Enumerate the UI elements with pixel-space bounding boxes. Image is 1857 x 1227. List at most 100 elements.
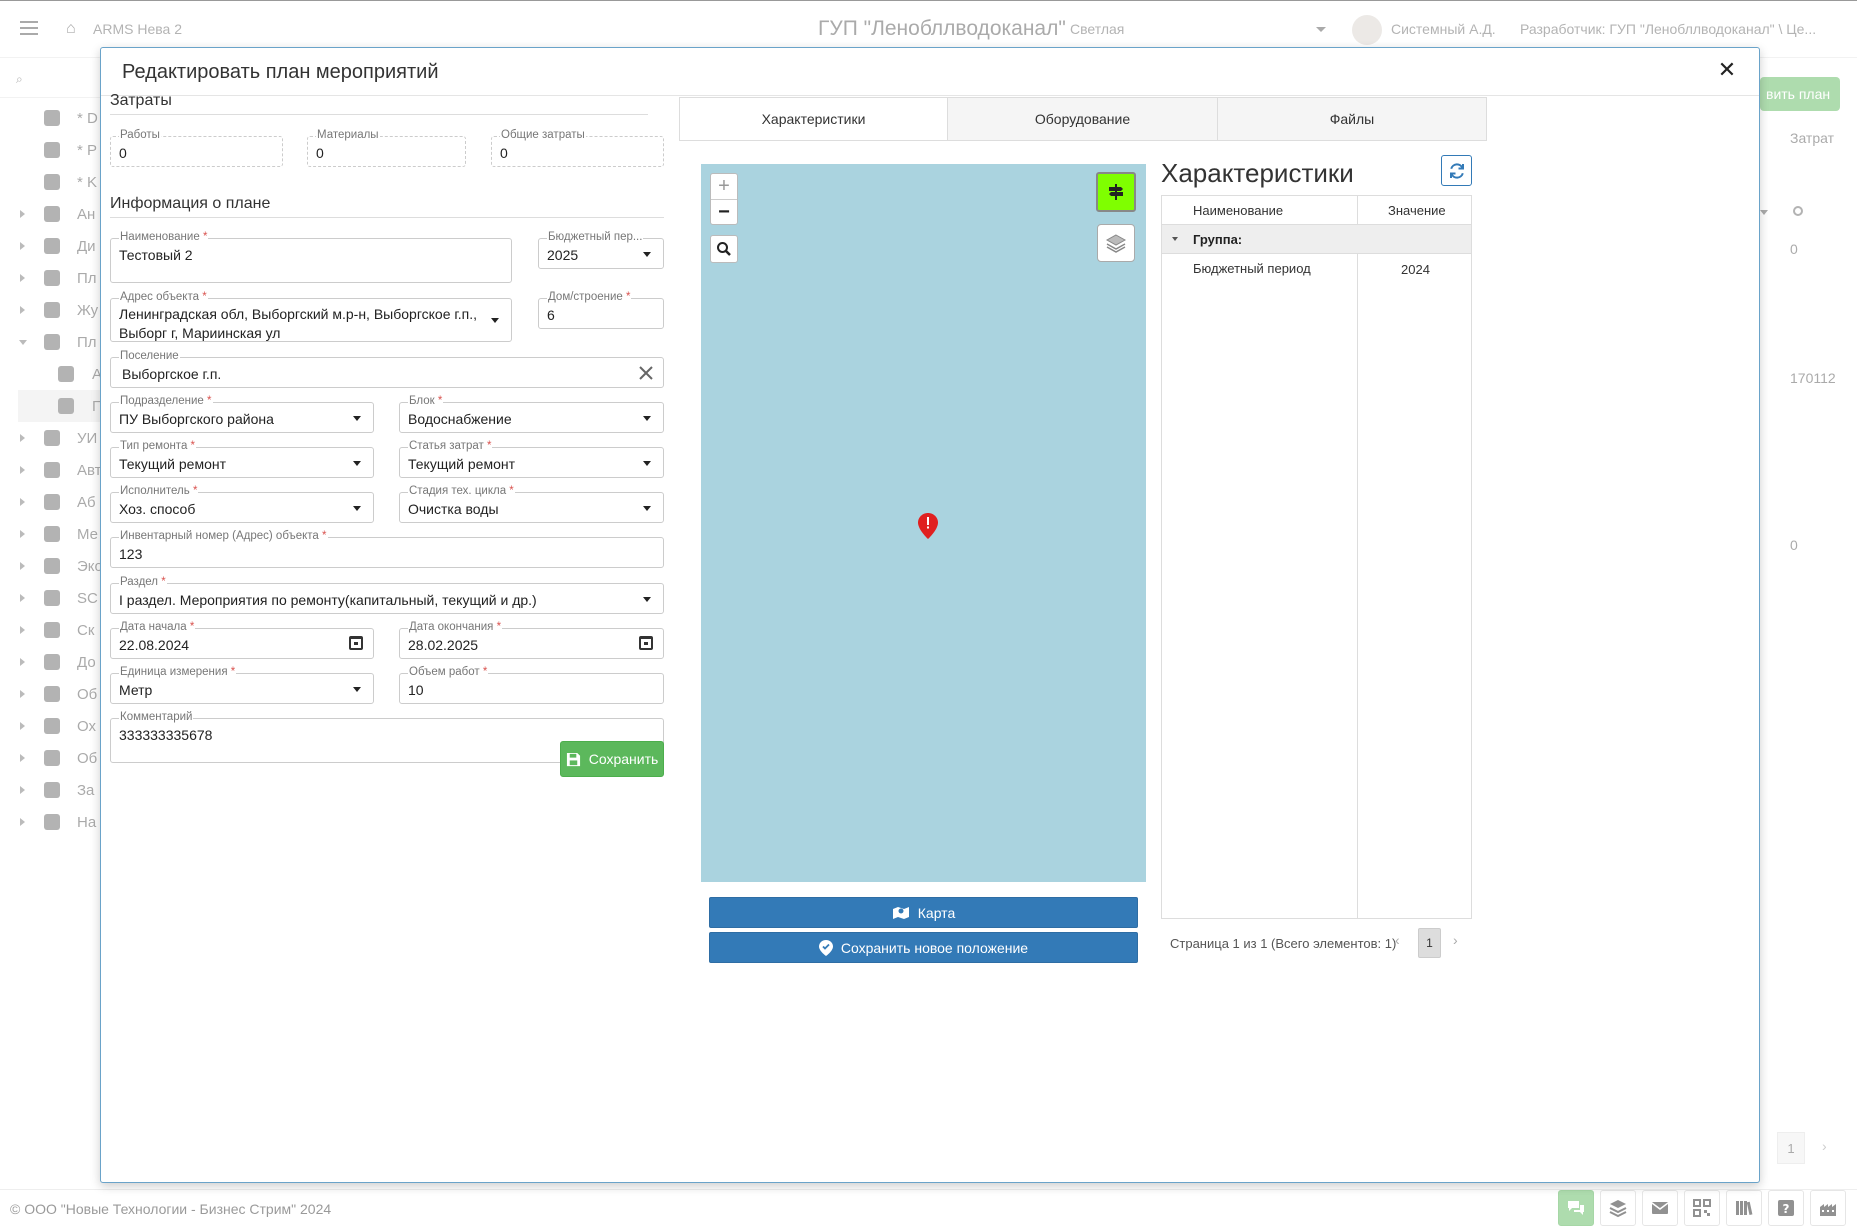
refresh-icon: [1449, 162, 1464, 179]
chevron-right-icon[interactable]: ›: [1453, 932, 1458, 948]
chevron-down-icon: [643, 460, 651, 466]
save-button[interactable]: Сохранить: [560, 741, 664, 777]
layers-icon: [1105, 234, 1127, 253]
tab-files[interactable]: Файлы: [1217, 98, 1486, 140]
field-label: Статья затрат *: [408, 440, 493, 452]
division-select[interactable]: Подразделение * ПУ Выборгского района: [110, 395, 374, 433]
name-input[interactable]: Наименование * Тестовый 2: [110, 231, 512, 283]
executor-select[interactable]: Исполнитель * Хоз. способ: [110, 485, 374, 523]
field-value: Текущий ремонт: [408, 456, 516, 472]
field-value: Тестовый 2: [119, 247, 193, 263]
map-marked-icon: [892, 906, 909, 919]
house-input[interactable]: Дом/строение * 6: [538, 291, 664, 329]
field-value: Текущий ремонт: [119, 456, 227, 472]
floppy-disk-icon: [566, 752, 580, 766]
field-label: Дом/строение *: [547, 291, 632, 303]
field-label: Стадия тех. цикла *: [408, 485, 515, 497]
field-label: Инвентарный номер (Адрес) объекта *: [119, 530, 328, 542]
row-name: Бюджетный период: [1193, 261, 1311, 276]
grid-header: Наименование Значение: [1162, 196, 1471, 225]
field-value: 10: [408, 682, 424, 698]
zoom-in-button[interactable]: +: [711, 174, 737, 199]
work-volume-input[interactable]: Объем работ * 10: [399, 666, 664, 704]
calendar-icon[interactable]: [349, 635, 363, 650]
save-button-label: Сохранить: [588, 751, 659, 767]
group-label: Группа:: [1193, 232, 1243, 247]
chevron-down-icon: [353, 505, 361, 511]
chevron-down-icon: [353, 686, 361, 692]
map-layers-button[interactable]: [1097, 224, 1135, 262]
field-label: Единица измерения *: [119, 666, 237, 678]
chevron-down-icon: [353, 460, 361, 466]
location-check-icon: [818, 939, 833, 956]
field-label: Тип ремонта *: [119, 440, 197, 452]
group-row[interactable]: Группа:: [1162, 225, 1471, 254]
field-label: Подразделение *: [119, 395, 213, 407]
edit-plan-modal: Редактировать план мероприятий ✕ Затраты…: [100, 47, 1760, 1183]
column-header-value[interactable]: Значение: [1388, 203, 1446, 218]
field-label: Бюджетный пер...: [547, 231, 644, 243]
map-search-button[interactable]: [710, 235, 738, 263]
divider: [110, 217, 664, 218]
save-position-button[interactable]: Сохранить новое положение: [709, 932, 1138, 963]
map-zoom-control: + −: [710, 173, 738, 225]
characteristics-title: Характеристики: [1161, 158, 1354, 188]
pager-summary: Страница 1 из 1 (Всего элементов: 1): [1170, 936, 1397, 951]
field-value: Водоснабжение: [408, 411, 512, 427]
chevron-down-icon: [353, 415, 361, 421]
stage-select[interactable]: Стадия тех. цикла * Очистка воды: [399, 485, 664, 523]
block-select[interactable]: Блок * Водоснабжение: [399, 395, 664, 433]
tab-characteristics[interactable]: Характеристики: [680, 98, 947, 140]
repair-type-select[interactable]: Тип ремонта * Текущий ремонт: [110, 440, 374, 478]
field-value: 0: [119, 145, 127, 161]
field-value: Выборгское г.п.: [122, 366, 222, 382]
start-date-input[interactable]: Дата начала * 22.08.2024: [110, 621, 374, 659]
chevron-down-icon: [643, 251, 651, 257]
chevron-left-icon[interactable]: ‹: [1395, 932, 1400, 948]
chevron-down-icon: [491, 318, 499, 323]
field-value: 6: [547, 307, 555, 323]
tabs: Характеристики Оборудование Файлы: [679, 97, 1487, 141]
field-label: Поселение: [119, 350, 180, 362]
chevron-down-icon: [643, 596, 651, 602]
tab-equipment[interactable]: Оборудование: [947, 98, 1217, 140]
settlement-input[interactable]: Поселение Выборгское г.п.: [110, 350, 664, 388]
field-label: Адрес объекта *: [119, 291, 208, 303]
close-icon[interactable]: ✕: [1717, 59, 1737, 81]
field-value: 28.02.2025: [408, 637, 479, 653]
materials-cost-field: Материалы 0: [307, 129, 466, 167]
field-value: Ленинградская обл, Выборгский м.р-н, Выб…: [119, 306, 478, 341]
budget-period-select[interactable]: Бюджетный пер... 2025: [538, 231, 664, 269]
calendar-icon[interactable]: [639, 635, 653, 650]
refresh-button[interactable]: [1441, 155, 1472, 186]
zoom-out-button[interactable]: −: [711, 199, 737, 224]
inventory-number-input[interactable]: Инвентарный номер (Адрес) объекта * 123: [110, 530, 664, 568]
map[interactable]: + −: [701, 164, 1146, 882]
divider: [110, 114, 648, 115]
field-value: Очистка воды: [408, 501, 499, 517]
column-header-name[interactable]: Наименование: [1193, 203, 1283, 218]
map-button-label: Карта: [917, 904, 956, 921]
map-button[interactable]: Карта: [709, 897, 1138, 928]
clear-icon[interactable]: [637, 364, 655, 382]
signpost-tool-button[interactable]: [1096, 172, 1136, 212]
end-date-input[interactable]: Дата окончания * 28.02.2025: [399, 621, 664, 659]
address-select[interactable]: Адрес объекта * Ленинградская обл, Выбор…: [110, 291, 512, 342]
signpost-icon: [1109, 184, 1123, 200]
field-label: Дата начала *: [119, 621, 196, 633]
characteristics-grid: Наименование Значение Группа: Бюджетный …: [1161, 195, 1472, 919]
field-label: Блок *: [408, 395, 444, 407]
cost-item-select[interactable]: Статья затрат * Текущий ремонт: [399, 440, 664, 478]
field-label: Общие затраты: [500, 129, 586, 141]
save-position-button-label: Сохранить новое положение: [840, 939, 1029, 956]
work-cost-field: Работы 0: [110, 129, 283, 167]
costs-section-title: Затраты: [110, 92, 172, 109]
caret-down-icon[interactable]: [1172, 237, 1178, 241]
search-icon: [717, 242, 731, 256]
section-select[interactable]: Раздел * I раздел. Мероприятия по ремонт…: [110, 576, 664, 614]
field-value: ПУ Выборгского района: [119, 411, 274, 427]
unit-select[interactable]: Единица измерения * Метр: [110, 666, 374, 704]
field-label: Дата окончания *: [408, 621, 503, 633]
pager-page-button[interactable]: 1: [1418, 928, 1441, 958]
location-marker-icon[interactable]: [918, 513, 938, 539]
